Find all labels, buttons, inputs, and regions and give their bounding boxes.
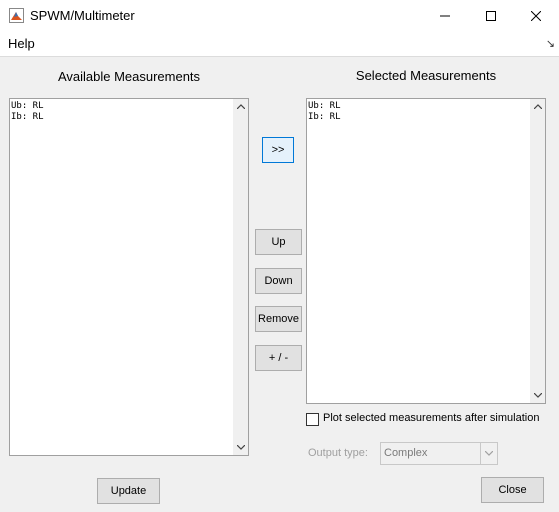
close-icon [531, 10, 541, 21]
down-button[interactable]: Down [255, 268, 302, 294]
minimize-icon [440, 15, 450, 16]
menu-bar: Help ↘ [0, 31, 559, 57]
chevron-down-icon [236, 445, 245, 450]
update-button[interactable]: Update [97, 478, 160, 504]
title-bar: SPWM/Multimeter [0, 0, 559, 31]
scroll-up-button[interactable] [233, 99, 248, 114]
close-window-button[interactable] [513, 0, 559, 31]
close-button[interactable]: Close [481, 477, 544, 503]
selected-listbox[interactable]: Ub: RL Ib: RL [306, 98, 546, 404]
list-item[interactable]: Ib: RL [11, 112, 44, 123]
output-type-select[interactable]: Complex [380, 442, 498, 465]
maximize-icon [486, 10, 496, 21]
available-scrollbar[interactable] [233, 99, 248, 455]
scroll-up-button[interactable] [530, 99, 545, 114]
available-title: Available Measurements [57, 69, 201, 84]
up-button[interactable]: Up [255, 229, 302, 255]
list-item[interactable]: Ib: RL [308, 112, 341, 123]
matlab-icon [9, 8, 24, 23]
chevron-up-icon [533, 104, 542, 109]
add-measurement-button[interactable]: >> [262, 137, 294, 163]
dropdown-arrow[interactable] [480, 443, 497, 464]
window-title: SPWM/Multimeter [30, 8, 135, 23]
plot-after-sim-label[interactable]: Plot selected measurements after simulat… [323, 412, 539, 424]
sign-toggle-button[interactable]: + / - [255, 345, 302, 371]
scroll-down-button[interactable] [233, 440, 248, 455]
maximize-button[interactable] [468, 0, 514, 31]
output-type-label: Output type: [308, 447, 368, 459]
scroll-down-button[interactable] [530, 388, 545, 403]
dock-arrow-icon[interactable]: ↘ [546, 37, 555, 50]
menu-help[interactable]: Help [8, 36, 35, 51]
chevron-up-icon [236, 104, 245, 109]
output-type-value: Complex [384, 447, 428, 459]
selected-title: Selected Measurements [355, 68, 497, 83]
list-item[interactable]: Ub: RL [11, 101, 44, 112]
minimize-button[interactable] [422, 0, 468, 31]
plot-after-sim-checkbox[interactable] [306, 413, 319, 426]
remove-button[interactable]: Remove [255, 306, 302, 332]
chevron-down-icon [533, 393, 542, 398]
available-listbox[interactable]: Ub: RL Ib: RL [9, 98, 249, 456]
selected-scrollbar[interactable] [530, 99, 545, 403]
list-item[interactable]: Ub: RL [308, 101, 341, 112]
chevron-down-icon [485, 451, 493, 456]
